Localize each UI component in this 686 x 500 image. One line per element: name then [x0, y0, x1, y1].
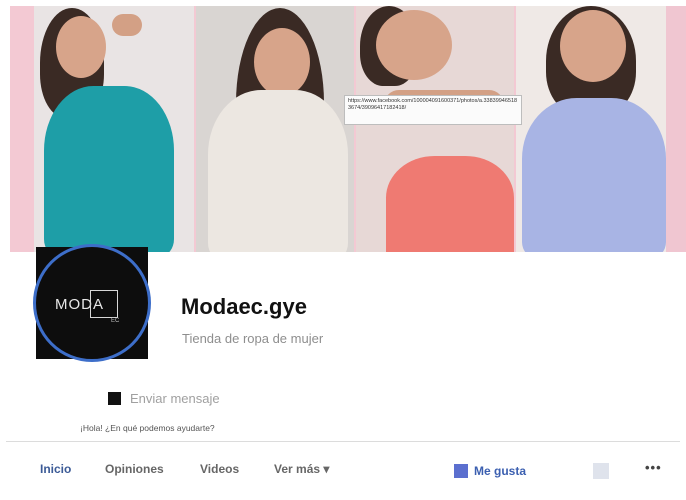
messenger-icon	[108, 391, 121, 405]
cover-photo-panel-2	[196, 6, 354, 252]
tab-opiniones[interactable]: Opiniones	[105, 462, 164, 476]
cover-photo-panel-3	[356, 6, 514, 252]
cover-photo-panel-1	[34, 6, 194, 252]
like-label: Me gusta	[474, 464, 527, 478]
page-tabs: Inicio Opiniones Videos Ver más ▾ Me gus…	[0, 456, 686, 486]
tab-inicio[interactable]: Inicio	[40, 462, 71, 476]
tab-ver-mas[interactable]: Ver más ▾	[274, 462, 329, 476]
cover-border	[666, 6, 686, 252]
logo-box	[90, 290, 118, 318]
send-message-label: Enviar mensaje	[130, 390, 220, 406]
cover-photo-panel-4	[516, 6, 666, 252]
cover-photo[interactable]	[10, 6, 686, 252]
logo-subtext: EC	[111, 318, 120, 324]
share-icon[interactable]	[593, 463, 609, 479]
page-title[interactable]: Modaec.gye	[181, 294, 307, 320]
more-options-button[interactable]: •••	[645, 460, 662, 475]
greeting-text[interactable]: ¡Hola! ¿En qué podemos ayudarte?	[80, 423, 215, 433]
tab-videos[interactable]: Videos	[200, 462, 239, 476]
send-message-button[interactable]: Enviar mensaje	[108, 388, 220, 408]
thumbs-up-icon	[454, 464, 468, 478]
divider	[6, 441, 680, 442]
page-category: Tienda de ropa de mujer	[182, 331, 324, 346]
like-button[interactable]: Me gusta	[454, 463, 526, 479]
url-tooltip: https://www.facebook.com/100004091600371…	[344, 95, 522, 125]
